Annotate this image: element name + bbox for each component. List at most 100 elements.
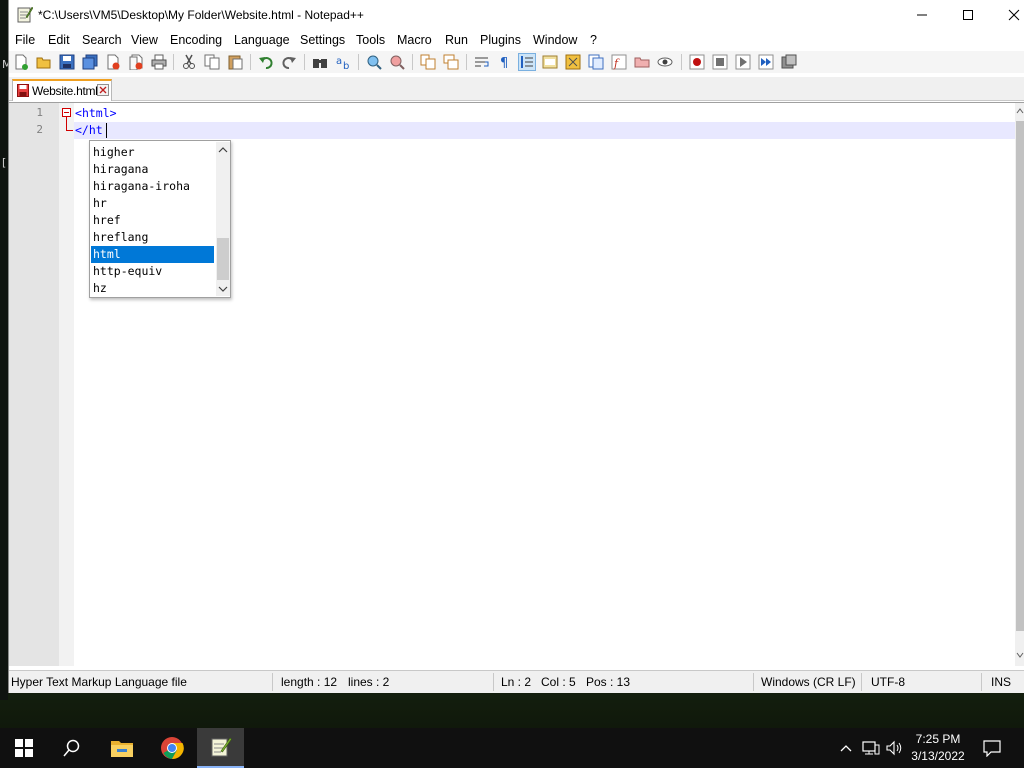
document-list-button[interactable] xyxy=(588,54,604,70)
menu-tools[interactable]: Tools xyxy=(356,33,385,47)
scroll-down-icon[interactable] xyxy=(1015,648,1024,662)
chevron-up-icon[interactable] xyxy=(216,144,230,156)
start-button[interactable] xyxy=(0,728,48,768)
minimize-button[interactable] xyxy=(899,0,945,30)
menu-encoding[interactable]: Encoding xyxy=(170,33,222,47)
find-button[interactable] xyxy=(312,54,328,70)
copy-button[interactable] xyxy=(204,54,220,70)
save-all-button[interactable] xyxy=(82,54,98,70)
record-icon xyxy=(689,54,705,70)
replace-button[interactable]: ab xyxy=(335,54,351,70)
status-encoding[interactable]: UTF-8 xyxy=(871,675,905,689)
undo-button[interactable] xyxy=(258,54,274,70)
autocomplete-scroll-thumb[interactable] xyxy=(217,238,229,280)
scrollbar-thumb[interactable] xyxy=(1016,121,1024,631)
windows-start-icon xyxy=(15,739,33,757)
cut-button[interactable] xyxy=(181,54,197,70)
document-map-button[interactable] xyxy=(565,54,581,70)
zoom-in-button[interactable] xyxy=(366,54,382,70)
status-col: Col : 5 xyxy=(541,675,576,689)
notification-center-button[interactable] xyxy=(976,728,1008,768)
tab-website-html[interactable]: Website.html xyxy=(12,79,112,101)
taskbar-file-explorer[interactable] xyxy=(98,728,146,768)
menu-window[interactable]: Window xyxy=(533,33,577,47)
taskbar-notepadpp[interactable] xyxy=(197,728,244,768)
autocomplete-item[interactable]: hreflang xyxy=(91,229,214,246)
volume-button[interactable] xyxy=(884,728,906,768)
menu-run[interactable]: Run xyxy=(445,33,468,47)
open-file-button[interactable] xyxy=(36,54,52,70)
unsaved-file-icon xyxy=(17,84,29,97)
taskbar-clock-time[interactable]: 7:25 PM xyxy=(908,732,968,746)
redo-button[interactable] xyxy=(281,54,297,70)
autocomplete-list[interactable]: higher hiragana hiragana-iroha hr href h… xyxy=(89,140,231,298)
network-button[interactable] xyxy=(860,728,882,768)
menu-search[interactable]: Search xyxy=(82,33,122,47)
menu-edit[interactable]: Edit xyxy=(48,33,70,47)
show-all-characters-button[interactable]: ¶ xyxy=(497,54,513,70)
close-file-button[interactable] xyxy=(105,54,121,70)
toolbar-separator xyxy=(173,54,174,70)
autocomplete-item[interactable]: hiragana xyxy=(91,161,214,178)
macro-run-multiple-button[interactable] xyxy=(758,54,774,70)
indent-guide-button[interactable] xyxy=(518,53,536,71)
macro-save-button[interactable] xyxy=(781,54,797,70)
menu-plugins[interactable]: Plugins xyxy=(480,33,521,47)
scroll-up-icon[interactable] xyxy=(1015,105,1024,119)
autocomplete-item[interactable]: hr xyxy=(91,195,214,212)
status-insert-mode[interactable]: INS xyxy=(991,675,1011,689)
menu-view[interactable]: View xyxy=(131,33,158,47)
monitoring-button[interactable] xyxy=(657,54,673,70)
menu-help[interactable]: ? xyxy=(590,33,597,47)
save-icon xyxy=(59,54,75,70)
taskbar-chrome[interactable] xyxy=(148,728,196,768)
maximize-button[interactable] xyxy=(945,0,991,30)
autocomplete-item[interactable]: hz xyxy=(91,280,214,297)
svg-text:¶: ¶ xyxy=(500,56,508,70)
autocomplete-item[interactable]: href xyxy=(91,212,214,229)
status-length: length : 12 xyxy=(281,675,338,689)
autocomplete-item[interactable]: higher xyxy=(91,144,214,161)
macro-stop-button[interactable] xyxy=(712,54,728,70)
tab-close-button[interactable] xyxy=(97,84,109,96)
folder-as-workspace-button[interactable] xyxy=(634,54,650,70)
menu-file[interactable]: File xyxy=(15,33,35,47)
status-eol[interactable]: Windows (CR LF) xyxy=(761,675,856,689)
new-file-icon xyxy=(15,54,28,70)
maximize-icon xyxy=(963,10,973,20)
word-wrap-button[interactable] xyxy=(474,54,490,70)
save-button[interactable] xyxy=(59,54,75,70)
sync-vertical-button[interactable] xyxy=(420,54,436,70)
editor-area[interactable]: 1 2 <html> </ht higher hiragana hiragana… xyxy=(9,102,1024,666)
autocomplete-item[interactable]: http-equiv xyxy=(91,263,214,280)
close-button[interactable] xyxy=(991,0,1024,30)
show-hidden-icons-button[interactable] xyxy=(836,728,856,768)
menu-settings[interactable]: Settings xyxy=(300,33,345,47)
menu-macro[interactable]: Macro xyxy=(397,33,432,47)
vertical-scrollbar[interactable] xyxy=(1015,103,1024,666)
zoom-out-button[interactable] xyxy=(389,54,405,70)
macro-record-button[interactable] xyxy=(689,54,705,70)
taskbar-clock-date[interactable]: 3/13/2022 xyxy=(908,749,968,763)
chevron-down-icon[interactable] xyxy=(216,283,230,295)
current-line-highlight xyxy=(74,122,1015,139)
autocomplete-item[interactable]: hiragana-iroha xyxy=(91,178,214,195)
print-button[interactable] xyxy=(151,54,167,70)
autocomplete-item-selected[interactable]: html xyxy=(91,246,214,263)
taskbar-search-button[interactable] xyxy=(48,728,96,768)
fold-toggle-icon[interactable] xyxy=(62,108,71,117)
new-file-button[interactable] xyxy=(13,54,29,70)
function-list-button[interactable]: f xyxy=(611,54,627,70)
paste-button[interactable] xyxy=(227,54,243,70)
menu-language[interactable]: Language xyxy=(234,33,290,47)
stop-icon xyxy=(712,54,728,70)
user-defined-language-button[interactable] xyxy=(542,54,558,70)
close-all-button[interactable] xyxy=(128,54,144,70)
autocomplete-scrollbar[interactable] xyxy=(216,142,230,296)
tag-bracket: < xyxy=(75,106,82,120)
macro-play-button[interactable] xyxy=(735,54,751,70)
save-macro-icon xyxy=(781,54,797,69)
sync-horizontal-button[interactable] xyxy=(443,54,459,70)
status-separator xyxy=(272,673,273,691)
title-bar[interactable]: *C:\Users\VM5\Desktop\My Folder\Website.… xyxy=(9,0,1024,30)
